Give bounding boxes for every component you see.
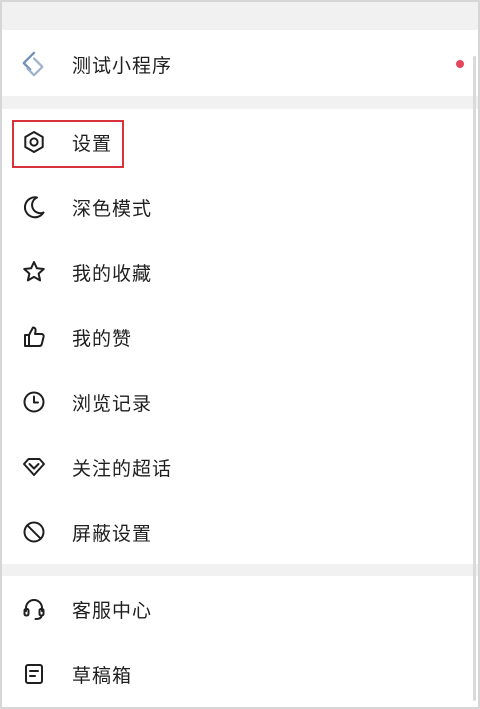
menu-item-label: 草稿箱: [72, 664, 133, 687]
menu-item-label: 屏蔽设置: [72, 522, 153, 545]
menu-item-label: 我的收藏: [72, 262, 153, 285]
block-icon: [20, 518, 48, 546]
menu-item-drafts[interactable]: 草稿箱: [2, 642, 478, 706]
settings-icon: [20, 128, 48, 156]
scrollbar[interactable]: [473, 56, 476, 701]
side-menu-panel: 测试小程序 设置 深色模式 我的收藏 我的赞 浏览记录 关注的超话 屏蔽设置 客…: [0, 0, 480, 709]
menu-item-super-topics[interactable]: 关注的超话: [2, 435, 478, 499]
menu-item-history[interactable]: 浏览记录: [2, 370, 478, 434]
menu-item-block-settings[interactable]: 屏蔽设置: [2, 500, 478, 564]
menu-item-label: 设置: [72, 132, 113, 155]
notification-dot: [456, 60, 464, 68]
menu-item-label: 深色模式: [72, 197, 153, 220]
diamond-icon: [20, 453, 48, 481]
moon-icon: [20, 193, 48, 221]
mini-program-item[interactable]: 测试小程序: [2, 32, 478, 96]
mini-program-logo-icon: [20, 50, 48, 78]
top-separator: [2, 2, 478, 30]
menu-item-label: 客服中心: [72, 599, 153, 622]
menu-item-settings[interactable]: 设置: [2, 110, 478, 174]
menu-item-label: 关注的超话: [72, 457, 173, 480]
clock-icon: [20, 388, 48, 416]
thumbs-up-icon: [20, 323, 48, 351]
menu-item-customer-service[interactable]: 客服中心: [2, 577, 478, 641]
headset-icon: [20, 595, 48, 623]
menu-item-favorites[interactable]: 我的收藏: [2, 240, 478, 304]
menu-item-label: 我的赞: [72, 327, 133, 350]
menu-item-dark-mode[interactable]: 深色模式: [2, 175, 478, 239]
menu-item-likes[interactable]: 我的赞: [2, 305, 478, 369]
drafts-icon: [20, 660, 48, 688]
star-icon: [20, 258, 48, 286]
mini-program-label: 测试小程序: [72, 54, 173, 77]
menu-item-label: 浏览记录: [72, 392, 153, 415]
section-separator: [2, 96, 478, 109]
section-separator: [2, 564, 478, 576]
